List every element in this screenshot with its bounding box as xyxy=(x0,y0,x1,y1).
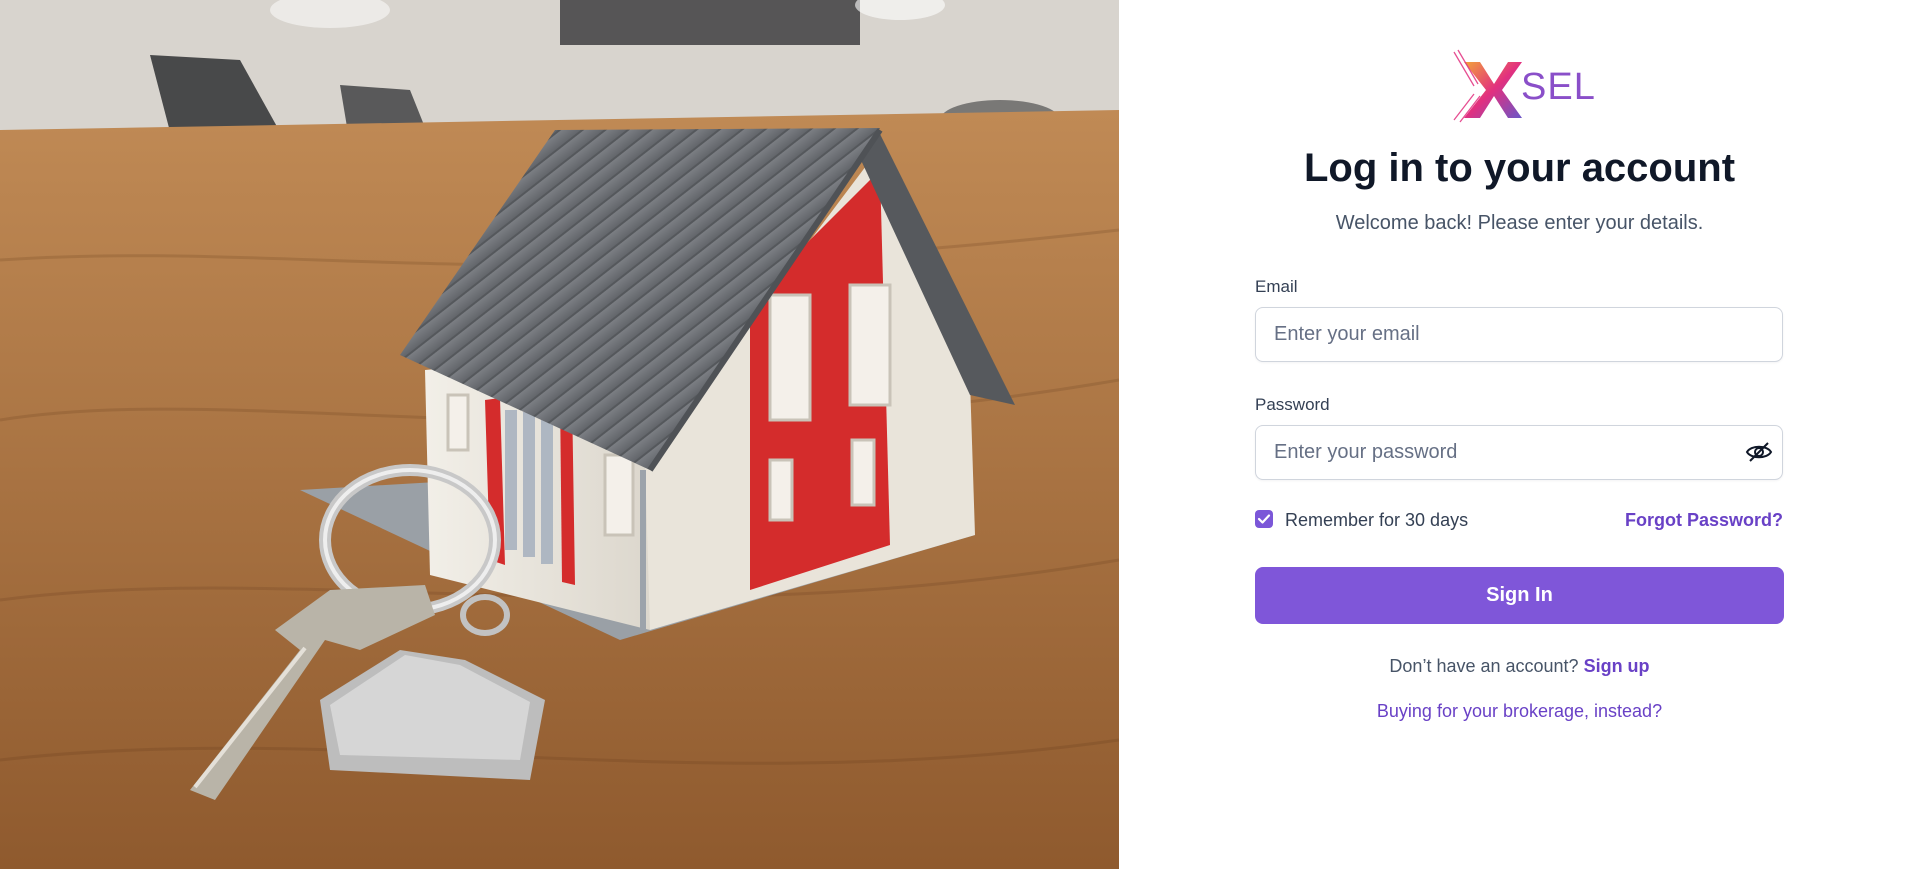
signup-row: Don’t have an account? Sign up xyxy=(1119,656,1920,677)
forgot-password-link[interactable]: Forgot Password? xyxy=(1625,510,1783,531)
brokerage-link[interactable]: Buying for your brokerage, instead? xyxy=(1119,701,1920,722)
eye-off-icon[interactable] xyxy=(1745,440,1773,464)
password-label: Password xyxy=(1255,395,1330,414)
brand-wordmark: SEL xyxy=(1521,66,1596,108)
house-keys-illustration xyxy=(0,0,1119,869)
sign-in-button[interactable]: Sign In xyxy=(1255,567,1784,624)
remember-checkbox[interactable] xyxy=(1255,510,1273,528)
login-panel: SEL Log in to your account Welcome back!… xyxy=(1119,0,1920,869)
check-icon xyxy=(1257,514,1271,524)
page-title: Log in to your account xyxy=(1303,146,1736,190)
password-field[interactable] xyxy=(1255,425,1783,480)
signup-prompt: Don’t have an account? xyxy=(1389,656,1584,676)
page-subtitle: Welcome back! Please enter your details. xyxy=(1335,212,1704,234)
hero-image xyxy=(0,0,1119,869)
email-field[interactable] xyxy=(1255,307,1783,362)
sign-up-link[interactable]: Sign up xyxy=(1584,656,1650,676)
remember-label[interactable]: Remember for 30 days xyxy=(1285,510,1468,531)
email-label: Email xyxy=(1255,277,1298,296)
